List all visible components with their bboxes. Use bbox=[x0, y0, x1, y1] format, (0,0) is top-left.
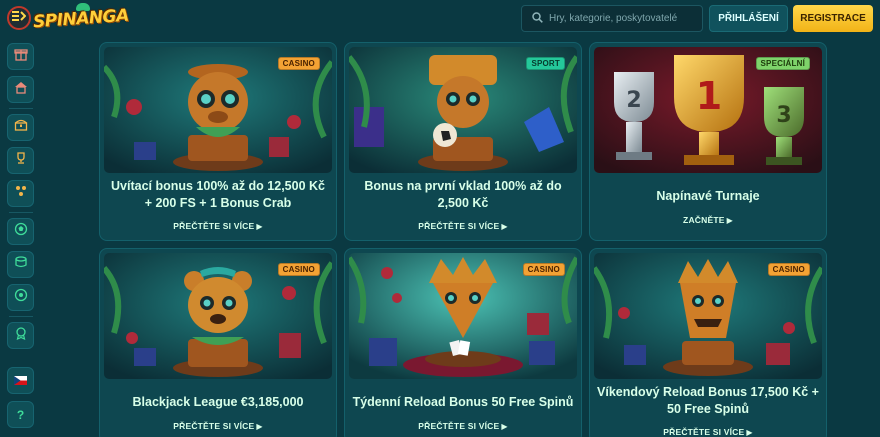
category-badge: CASINO bbox=[767, 263, 810, 276]
sidebar-item-language[interactable] bbox=[7, 367, 34, 394]
read-more-label: PŘEČTĚTE SI VÍCE bbox=[418, 221, 500, 231]
trophy-number-2: 2 bbox=[626, 88, 641, 113]
search-box[interactable] bbox=[521, 5, 703, 32]
promo-title: Uvítací bonus 100% až do 12,500 Kč + 200… bbox=[111, 179, 325, 210]
promo-image-fox-idol: CASINO bbox=[349, 253, 577, 379]
sport-ball-icon bbox=[14, 222, 28, 241]
promo-image-monkey-idol: CASINO bbox=[104, 47, 332, 173]
menu-toggle-button[interactable] bbox=[7, 6, 31, 30]
gift-icon bbox=[13, 47, 28, 66]
promo-card-weekly-reload[interactable]: CASINO Týdenní Reload Bonus 50 Free Spin… bbox=[344, 248, 582, 437]
trophy-icon bbox=[14, 151, 28, 170]
logo-text: SPINANGA bbox=[32, 5, 130, 33]
promotions-grid: CASINO Uvítací bonus 100% až do 12,500 K… bbox=[42, 37, 880, 437]
sidebar-item-sport[interactable] bbox=[7, 218, 34, 245]
promo-title: Týdenní Reload Bonus 50 Free Spinů bbox=[352, 395, 574, 409]
start-link[interactable]: ZAČNĚTE ▶ bbox=[590, 215, 826, 225]
sidebar-item-virtual[interactable] bbox=[7, 284, 34, 311]
sidebar: ? bbox=[0, 37, 42, 437]
help-icon: ? bbox=[16, 407, 25, 422]
sidebar-divider bbox=[9, 316, 33, 317]
chevron-right-icon: ▶ bbox=[256, 222, 263, 231]
promo-card-weekend-reload[interactable]: CASINO Víkendový Reload Bonus 17,500 Kč … bbox=[589, 248, 827, 437]
chevron-right-icon: ▶ bbox=[501, 422, 508, 431]
category-badge: CASINO bbox=[522, 263, 565, 276]
promo-card-welcome-bonus[interactable]: CASINO Uvítací bonus 100% až do 12,500 K… bbox=[99, 42, 337, 241]
read-more-link[interactable]: PŘEČTĚTE SI VÍCE ▶ bbox=[590, 427, 826, 437]
chevron-right-icon: ▶ bbox=[726, 216, 733, 225]
start-label: ZAČNĚTE bbox=[683, 215, 725, 225]
promo-title: Blackjack League €3,185,000 bbox=[132, 395, 304, 409]
promo-title: Bonus na první vklad 100% až do 2,500 Kč bbox=[364, 179, 562, 210]
treasure-chest-icon bbox=[14, 118, 28, 137]
chevron-right-icon: ▶ bbox=[501, 222, 508, 231]
sidebar-item-lobby[interactable] bbox=[7, 76, 34, 103]
sidebar-item-vip[interactable] bbox=[7, 322, 34, 349]
read-more-label: PŘEČTĚTE SI VÍCE bbox=[663, 427, 745, 437]
sidebar-item-games[interactable] bbox=[7, 180, 34, 207]
sidebar-item-help[interactable]: ? bbox=[7, 401, 34, 428]
czech-flag-icon bbox=[14, 372, 27, 390]
sidebar-item-rewards[interactable] bbox=[7, 114, 34, 141]
top-header: SPINANGA PŘIHLÁŠENÍ REGISTRACE bbox=[0, 0, 880, 37]
read-more-link[interactable]: PŘEČTĚTE SI VÍCE ▶ bbox=[345, 421, 581, 431]
category-badge: SPORT bbox=[526, 57, 565, 70]
promo-image-bear-idol: CASINO bbox=[104, 253, 332, 379]
tent-icon bbox=[14, 80, 28, 99]
chevron-right-icon: ▶ bbox=[256, 422, 263, 431]
menu-icon bbox=[12, 9, 27, 27]
spinanga-logo[interactable]: SPINANGA bbox=[33, 3, 129, 35]
read-more-label: PŘEČTĚTE SI VÍCE bbox=[173, 421, 255, 431]
sidebar-divider bbox=[9, 108, 33, 109]
promo-card-tournaments[interactable]: 2 1 3 SPECIÁLNÍ Napínavé Turnaje ZAČNĚTE… bbox=[589, 42, 827, 241]
promo-card-blackjack-league[interactable]: CASINO Blackjack League €3,185,000 PŘEČT… bbox=[99, 248, 337, 437]
trophy-number-1: 1 bbox=[696, 74, 722, 118]
trophy-number-3: 3 bbox=[776, 103, 791, 128]
promo-image-sport-idol: SPORT bbox=[349, 47, 577, 173]
category-badge: SPECIÁLNÍ bbox=[755, 57, 810, 70]
sidebar-item-promotions[interactable] bbox=[7, 43, 34, 70]
promo-image-trophies: 2 1 3 SPECIÁLNÍ bbox=[594, 47, 822, 173]
chevron-right-icon: ▶ bbox=[746, 428, 753, 437]
target-icon bbox=[14, 288, 28, 307]
sidebar-item-live-casino[interactable] bbox=[7, 251, 34, 278]
read-more-link[interactable]: PŘEČTĚTE SI VÍCE ▶ bbox=[345, 221, 581, 231]
category-badge: CASINO bbox=[277, 57, 320, 70]
dice-icon bbox=[14, 184, 28, 203]
promo-title: Napínavé Turnaje bbox=[656, 189, 760, 203]
read-more-label: PŘEČTĚTE SI VÍCE bbox=[173, 221, 255, 231]
register-button[interactable]: REGISTRACE bbox=[793, 5, 873, 32]
read-more-link[interactable]: PŘEČTĚTE SI VÍCE ▶ bbox=[100, 221, 336, 231]
sidebar-item-tournaments[interactable] bbox=[7, 147, 34, 174]
search-input[interactable] bbox=[549, 13, 699, 24]
promo-image-totem-idol: CASINO bbox=[594, 253, 822, 379]
promo-title: Víkendový Reload Bonus 17,500 Kč + 50 Fr… bbox=[597, 385, 819, 416]
read-more-link[interactable]: PŘEČTĚTE SI VÍCE ▶ bbox=[100, 421, 336, 431]
login-button[interactable]: PŘIHLÁŠENÍ bbox=[709, 5, 788, 32]
sidebar-divider bbox=[9, 212, 33, 213]
vip-badge-icon bbox=[14, 326, 28, 345]
promo-card-sport-bonus[interactable]: SPORT Bonus na první vklad 100% až do 2,… bbox=[344, 42, 582, 241]
casino-chip-icon bbox=[14, 255, 28, 274]
search-icon bbox=[532, 10, 543, 28]
read-more-label: PŘEČTĚTE SI VÍCE bbox=[418, 421, 500, 431]
category-badge: CASINO bbox=[277, 263, 320, 276]
